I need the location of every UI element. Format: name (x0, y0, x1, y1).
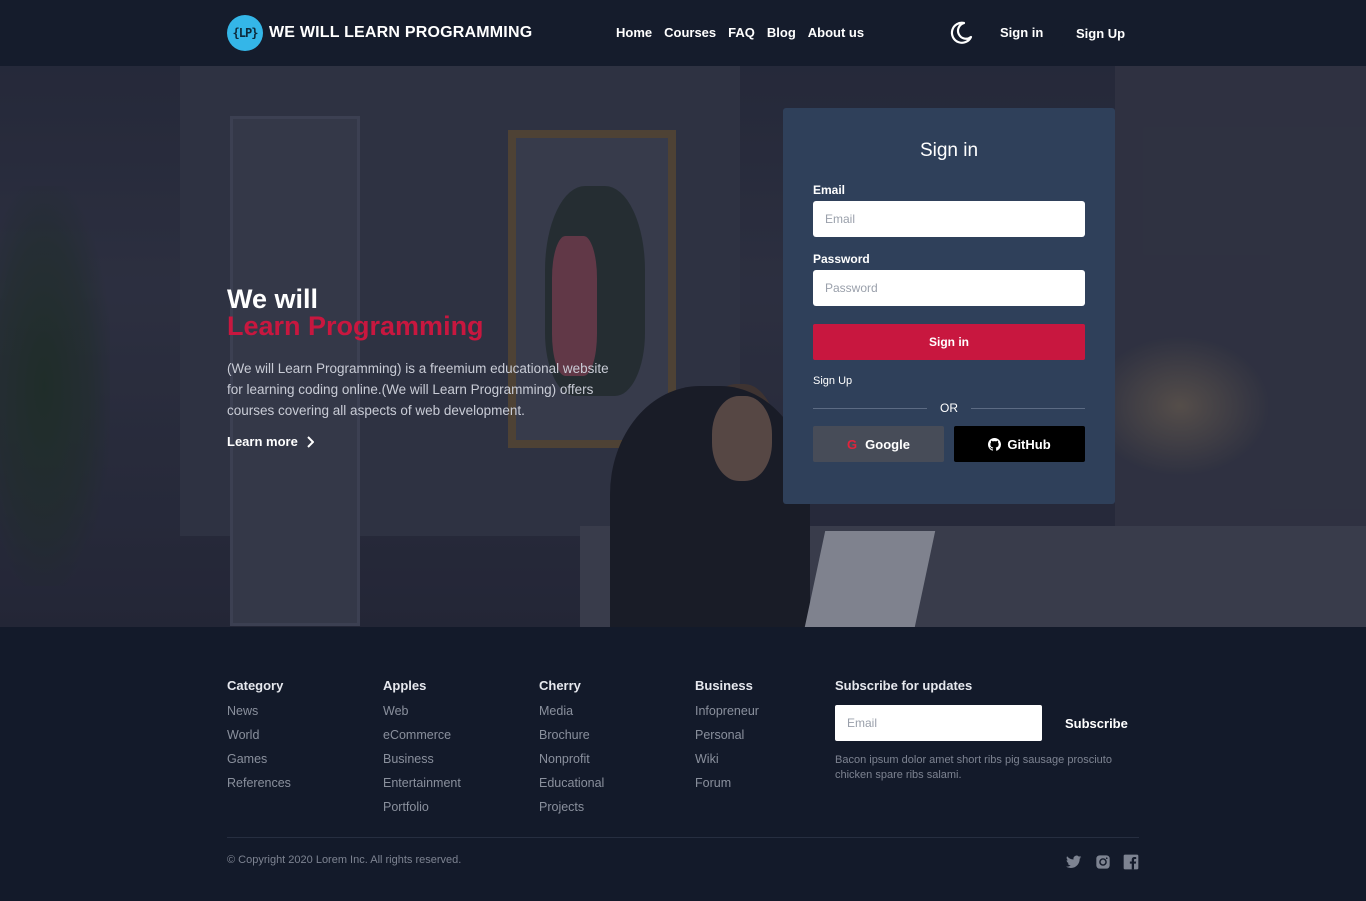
subscribe-email-field[interactable] (835, 705, 1042, 741)
site-header: {LP} WE WILL LEARN PROGRAMMING Home Cour… (0, 0, 1366, 66)
footer-column-apples: Apples Web eCommerce Business Entertainm… (383, 678, 461, 819)
hero-overlay (0, 66, 1366, 627)
footer-link[interactable]: Nonprofit (539, 747, 604, 771)
footer-column-title: Cherry (539, 678, 581, 693)
sign-in-card: Sign in Email Password Sign in Sign Up O… (783, 108, 1115, 504)
email-field[interactable] (813, 201, 1085, 237)
footer-link[interactable]: Personal (695, 723, 759, 747)
twitter-icon[interactable] (1066, 854, 1082, 870)
sign-in-title: Sign in (919, 140, 979, 161)
nav-about-us[interactable]: About us (808, 25, 864, 40)
footer-link[interactable]: Games (227, 747, 291, 771)
footer-column-category: Category News World Games References (227, 678, 291, 795)
subscribe-note: Bacon ipsum dolor amet short ribs pig sa… (835, 754, 1112, 781)
footer-link[interactable]: Infopreneur (695, 699, 759, 723)
main-nav: Home Courses FAQ Blog About us (616, 25, 864, 40)
footer-column-cherry: Cherry Media Brochure Nonprofit Educatio… (539, 678, 604, 819)
hero-section: We will Learn Programming (We will Learn… (0, 66, 1366, 627)
github-icon (988, 437, 1002, 451)
footer-column-title: Category (227, 678, 284, 693)
password-label: Password (813, 252, 870, 266)
footer-link[interactable]: Educational (539, 771, 604, 795)
nav-courses[interactable]: Courses (664, 25, 716, 40)
sign-in-button[interactable]: Sign in (813, 324, 1085, 360)
footer-link[interactable]: World (227, 723, 291, 747)
footer-link[interactable]: Business (383, 747, 461, 771)
header-sign-in-link[interactable]: Sign in (1000, 25, 1043, 40)
hero-title-line-2: Learn Programming (227, 311, 484, 341)
header-sign-up-button[interactable]: Sign Up (1062, 19, 1140, 47)
google-sign-in-button[interactable]: G Google (813, 426, 944, 462)
footer-link[interactable]: Entertainment (383, 771, 461, 795)
email-label: Email (813, 183, 846, 197)
nav-home[interactable]: Home (616, 25, 652, 40)
github-label: GitHub (1007, 436, 1051, 452)
password-field[interactable] (813, 270, 1085, 306)
logo-badge: {LP} (227, 15, 263, 51)
copyright-text: © Copyright 2020 Lorem Inc. All rights r… (227, 854, 462, 866)
nav-blog[interactable]: Blog (767, 25, 796, 40)
subscribe-button[interactable]: Subscribe (1050, 708, 1143, 738)
footer-column-title: Business (695, 678, 753, 693)
footer-link[interactable]: Forum (695, 771, 759, 795)
or-label: OR (940, 401, 958, 415)
facebook-icon[interactable] (1123, 854, 1139, 870)
footer-link[interactable]: Projects (539, 795, 604, 819)
github-sign-in-button[interactable]: GitHub (954, 426, 1085, 462)
footer-link[interactable]: Media (539, 699, 604, 723)
footer-link[interactable]: Portfolio (383, 795, 461, 819)
footer-link[interactable]: Wiki (695, 747, 759, 771)
footer-link[interactable]: eCommerce (383, 723, 461, 747)
footer-column-title: Apples (383, 678, 427, 693)
google-label: Google (865, 436, 910, 452)
sign-up-link[interactable]: Sign Up (813, 375, 852, 387)
learn-more-link[interactable]: Learn more (227, 434, 314, 449)
footer-link[interactable]: Web (383, 699, 461, 723)
footer-divider (227, 837, 1139, 838)
subscribe-title: Subscribe for updates (835, 678, 973, 693)
logo[interactable]: {LP} WE WILL LEARN PROGRAMMING (227, 15, 532, 51)
hero-description: (We will Learn Programming) is a freemiu… (227, 361, 609, 418)
google-icon: G (847, 436, 858, 452)
footer-column-business: Business Infopreneur Personal Wiki Forum (695, 678, 759, 795)
brand-name: WE WILL LEARN PROGRAMMING (269, 24, 533, 41)
or-divider: OR (813, 401, 1085, 417)
moon-icon[interactable] (948, 20, 974, 46)
footer-link[interactable]: References (227, 771, 291, 795)
instagram-icon[interactable] (1095, 854, 1111, 870)
nav-faq[interactable]: FAQ (728, 25, 755, 40)
learn-more-label: Learn more (227, 434, 298, 449)
site-footer: Category News World Games References App… (0, 627, 1366, 901)
footer-link[interactable]: News (227, 699, 291, 723)
chevron-right-icon (307, 435, 314, 448)
footer-link[interactable]: Brochure (539, 723, 604, 747)
